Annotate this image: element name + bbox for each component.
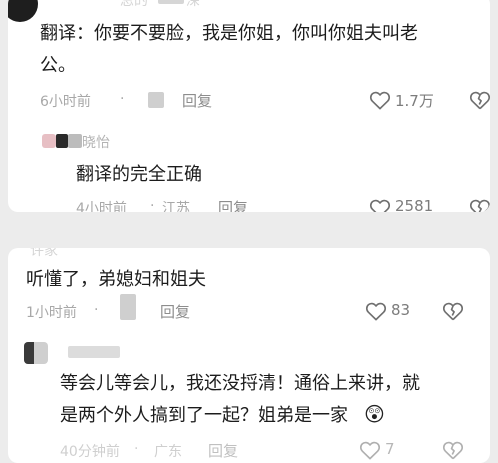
- comment-username[interactable]: 忌的: [120, 0, 148, 10]
- reply-time: 4小时前: [76, 201, 127, 212]
- comment-text-line-1: 翻译：你要不要脸，我是你姐，你叫你姐夫叫老: [40, 23, 418, 44]
- location-blur: [148, 92, 164, 108]
- reply-avatar[interactable]: [42, 134, 56, 148]
- heart-outline-icon[interactable]: [369, 90, 391, 110]
- comment-text-line-2: 公。: [40, 55, 76, 76]
- comment-time: 1小时前: [26, 305, 77, 321]
- reply-meta-separator: ·: [150, 198, 155, 212]
- reply-avatar-blur: [56, 134, 68, 148]
- heart-outline-icon[interactable]: [365, 301, 387, 321]
- reply-meta-separator: ·: [134, 441, 139, 457]
- reply-like-count: 2581: [395, 197, 434, 212]
- reply-location: 江苏: [162, 201, 190, 212]
- broken-heart-outline-icon[interactable]: [442, 440, 464, 460]
- reply-time: 40分钟前: [60, 444, 120, 460]
- like-count: 83: [391, 301, 411, 319]
- reply-button[interactable]: 回复: [182, 90, 212, 111]
- comment-username-suffix[interactable]: 深: [186, 0, 200, 10]
- meta-separator: ·: [94, 302, 99, 318]
- comment-time: 6小时前: [40, 94, 91, 110]
- surprised-emoji-icon: 😲: [364, 402, 385, 426]
- heart-outline-icon[interactable]: [369, 198, 391, 212]
- avatar[interactable]: [8, 0, 38, 22]
- reply-username-blur: [68, 134, 82, 148]
- heart-outline-icon[interactable]: [359, 440, 381, 460]
- reply-avatar-dark: [24, 342, 34, 364]
- broken-heart-outline-icon[interactable]: [469, 198, 490, 212]
- reply-text-line-1: 等会儿等会儿，我还没捋清！通俗上来讲，就: [60, 373, 420, 394]
- meta-separator: ·: [120, 91, 125, 107]
- username-blur: [158, 0, 184, 4]
- comment-username[interactable]: 许家: [30, 248, 58, 260]
- location-blur: [120, 294, 136, 320]
- reply-text-line-2: 是两个外人搞到了一起？姐弟是一家: [60, 405, 348, 426]
- like-count: 1.7万: [395, 92, 434, 110]
- reply-reply-button[interactable]: 回复: [208, 440, 238, 461]
- reply-username[interactable]: 晓怡: [82, 132, 110, 152]
- reply-button[interactable]: 回复: [160, 301, 190, 322]
- broken-heart-outline-icon[interactable]: [469, 90, 490, 110]
- broken-heart-outline-icon[interactable]: [442, 301, 464, 321]
- reply-username-blur: [68, 346, 120, 358]
- reply-location: 广东: [154, 444, 182, 460]
- reply-reply-button[interactable]: 回复: [218, 197, 248, 212]
- comment-text: 听懂了，弟媳妇和姐夫: [26, 269, 206, 290]
- reply-text: 翻译的完全正确: [76, 164, 202, 185]
- comment-card-top: 忌的 深 翻译：你要不要脸，我是你姐，你叫你姐夫叫老 公。 6小时前 · 回复 …: [8, 0, 490, 212]
- reply-like-count: 7: [385, 440, 395, 458]
- comment-card-bottom: 许家 听懂了，弟媳妇和姐夫 1小时前 · 回复 83 等会儿等会儿，我还没捋清！…: [8, 248, 490, 463]
